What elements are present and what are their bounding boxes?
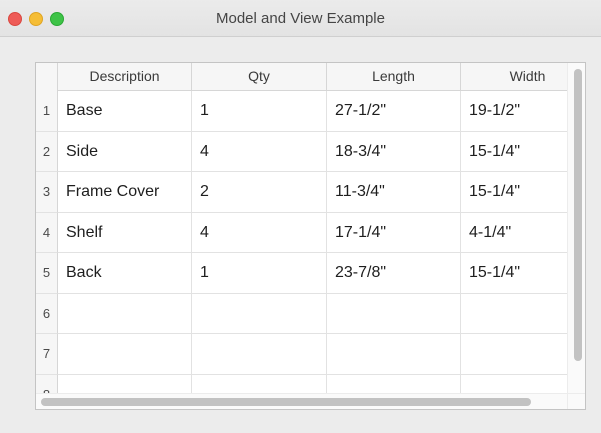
horizontal-scroll-thumb[interactable] bbox=[41, 398, 531, 406]
column-header-width[interactable]: Width bbox=[461, 63, 567, 91]
table-cell[interactable]: Base bbox=[58, 91, 192, 132]
main-window: Model and View Example Description Qty L… bbox=[0, 0, 601, 433]
table-cell[interactable]: 4 bbox=[192, 212, 327, 253]
row-header[interactable]: 5 bbox=[36, 253, 58, 294]
row-header[interactable]: 4 bbox=[36, 212, 58, 253]
table-view[interactable]: Description Qty Length Width 1 Base 1 27… bbox=[35, 62, 586, 410]
table-cell[interactable]: 15-1/4" bbox=[461, 253, 567, 294]
window-title: Model and View Example bbox=[216, 10, 385, 27]
vertical-scrollbar[interactable] bbox=[567, 63, 585, 393]
column-header-description[interactable]: Description bbox=[58, 63, 192, 91]
table-cell[interactable]: 15-1/4" bbox=[461, 172, 567, 213]
table-cell[interactable]: 23-7/8" bbox=[327, 253, 461, 294]
table-body: 1 Base 1 27-1/2" 19-1/2" 2 Side 4 18-3/4… bbox=[36, 91, 567, 393]
table-cell[interactable]: 1 bbox=[192, 253, 327, 294]
table-row: 4 Shelf 4 17-1/4" 4-1/4" bbox=[36, 212, 567, 253]
table-cell[interactable]: 18-3/4" bbox=[327, 131, 461, 172]
window-content: Description Qty Length Width 1 Base 1 27… bbox=[0, 37, 601, 433]
table-cell[interactable]: 11-3/4" bbox=[327, 172, 461, 213]
scroll-corner bbox=[567, 393, 585, 409]
table-cell[interactable] bbox=[58, 374, 192, 393]
table-row: 3 Frame Cover 2 11-3/4" 15-1/4" bbox=[36, 172, 567, 213]
row-header[interactable]: 1 bbox=[36, 91, 58, 132]
table-cell[interactable] bbox=[327, 334, 461, 375]
vertical-scroll-thumb[interactable] bbox=[574, 69, 582, 361]
row-header[interactable]: 2 bbox=[36, 131, 58, 172]
table-row: 6 bbox=[36, 293, 567, 334]
table-grid: Description Qty Length Width 1 Base 1 27… bbox=[36, 63, 567, 393]
table-row: 5 Back 1 23-7/8" 15-1/4" bbox=[36, 253, 567, 294]
table-cell[interactable]: 27-1/2" bbox=[327, 91, 461, 132]
row-header[interactable]: 8 bbox=[36, 374, 58, 393]
table-header: Description Qty Length Width bbox=[36, 63, 567, 91]
table-cell[interactable]: 19-1/2" bbox=[461, 91, 567, 132]
table-cell[interactable] bbox=[192, 334, 327, 375]
table-cell[interactable]: Side bbox=[58, 131, 192, 172]
table-row: 2 Side 4 18-3/4" 15-1/4" bbox=[36, 131, 567, 172]
table-row: 1 Base 1 27-1/2" 19-1/2" bbox=[36, 91, 567, 132]
title-bar[interactable]: Model and View Example bbox=[0, 0, 601, 37]
table-cell[interactable]: 4 bbox=[192, 131, 327, 172]
row-header[interactable]: 7 bbox=[36, 334, 58, 375]
table-cell[interactable]: Back bbox=[58, 253, 192, 294]
table-cell[interactable]: 4-1/4" bbox=[461, 213, 567, 253]
table-cell[interactable]: 2 bbox=[192, 172, 327, 213]
column-header-qty[interactable]: Qty bbox=[192, 63, 327, 91]
table-cell[interactable] bbox=[192, 293, 327, 334]
corner-button[interactable] bbox=[36, 63, 58, 91]
table-cell[interactable] bbox=[327, 374, 461, 393]
table-cell[interactable]: 15-1/4" bbox=[461, 132, 567, 172]
table-cell[interactable] bbox=[461, 294, 567, 334]
table-cell[interactable] bbox=[327, 293, 461, 334]
row-header[interactable]: 6 bbox=[36, 293, 58, 334]
table-cell[interactable] bbox=[58, 293, 192, 334]
table-cell[interactable]: Shelf bbox=[58, 212, 192, 253]
row-header[interactable]: 3 bbox=[36, 172, 58, 213]
horizontal-scrollbar[interactable] bbox=[36, 393, 567, 409]
table-row: 8 bbox=[36, 374, 567, 394]
table-cell[interactable] bbox=[192, 374, 327, 393]
table-cell[interactable]: 17-1/4" bbox=[327, 212, 461, 253]
table-cell[interactable]: Frame Cover bbox=[58, 172, 192, 213]
table-cell[interactable] bbox=[58, 334, 192, 375]
table-cell[interactable] bbox=[461, 334, 567, 375]
table-cell[interactable] bbox=[461, 375, 567, 394]
table-cell[interactable]: 1 bbox=[192, 91, 327, 132]
table-row: 7 bbox=[36, 334, 567, 375]
column-header-length[interactable]: Length bbox=[327, 63, 461, 91]
